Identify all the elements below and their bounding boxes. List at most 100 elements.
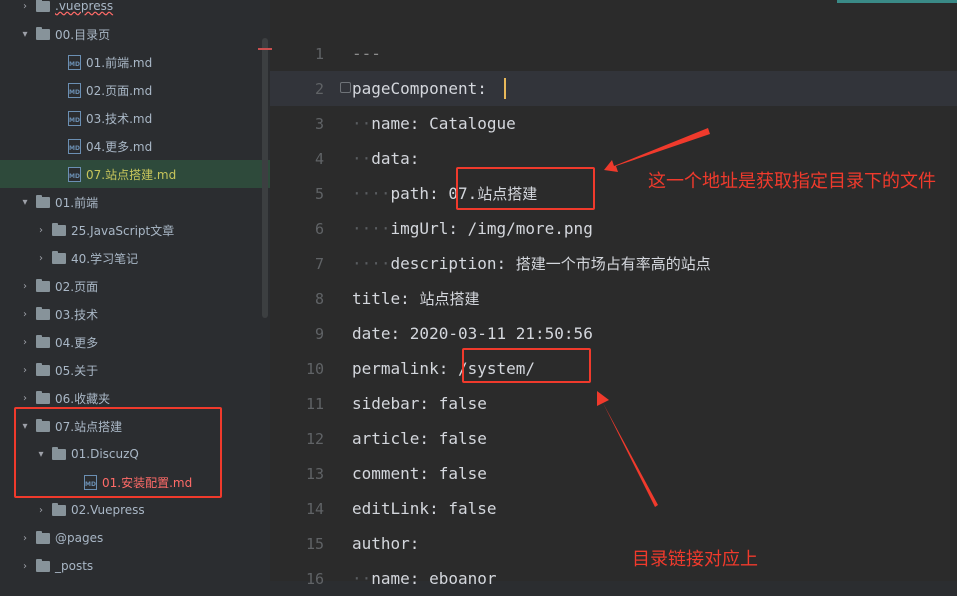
code-line[interactable]: comment: false <box>352 456 487 491</box>
chevron-right-icon[interactable]: › <box>18 559 32 573</box>
folder-icon <box>52 502 66 516</box>
chevron-right-icon[interactable]: › <box>18 335 32 349</box>
tree-folder-item[interactable]: › 02.页面 <box>0 272 270 300</box>
whitespace-marker: ·· <box>352 149 372 168</box>
code-line[interactable]: title: 站点搭建 <box>352 281 479 316</box>
folder-icon <box>36 334 50 348</box>
line-number: 14 <box>305 499 324 518</box>
tree-highlight-box <box>14 407 222 498</box>
chevron-right-icon[interactable]: › <box>18 391 32 405</box>
tree-file-item[interactable]: MD 01.前端.md <box>0 48 270 76</box>
folder-icon <box>36 390 50 404</box>
chevron-right-icon[interactable]: › <box>18 279 32 293</box>
chevron-right-icon[interactable]: › <box>18 307 32 321</box>
tree-item-label: 02.页面.md <box>86 83 153 98</box>
code-token: data: <box>371 149 420 168</box>
tree-folder-item[interactable]: › 04.更多 <box>0 328 270 356</box>
tree-scrollbar[interactable] <box>262 38 268 318</box>
tree-folder-item[interactable]: ▾ 00.目录页 <box>0 20 270 48</box>
folder-icon <box>36 194 50 208</box>
tree-file-item[interactable]: MD 03.技术.md <box>0 104 270 132</box>
line-number: 7 <box>314 254 324 273</box>
code-token: 站点搭建 <box>419 290 480 308</box>
tree-item-label: 04.更多.md <box>86 139 153 154</box>
line-number: 10 <box>305 359 324 378</box>
tree-folder-item[interactable]: › @pages <box>0 524 270 552</box>
tree-folder-item[interactable]: › 40.学习笔记 <box>0 244 270 272</box>
tree-item-label: .vuepress <box>55 0 114 13</box>
line-number: 1 <box>314 44 324 63</box>
tree-folder-item[interactable]: › 05.关于 <box>0 356 270 384</box>
tree-file-item[interactable]: MD 04.更多.md <box>0 132 270 160</box>
code-line[interactable]: ·· data: <box>352 141 419 176</box>
whitespace-marker: ···· <box>352 184 391 203</box>
folder-icon <box>36 278 50 292</box>
folder-icon <box>36 362 50 376</box>
code-line[interactable]: date: 2020-03-11 21:50:56 <box>352 316 593 351</box>
folder-icon <box>36 26 50 40</box>
line-number: 4 <box>314 149 324 168</box>
tree-folder-item[interactable]: › 02.Vuepress <box>0 496 270 524</box>
tree-folder-item[interactable]: › 25.JavaScript文章 <box>0 216 270 244</box>
code-line[interactable]: author: <box>352 526 419 561</box>
chevron-right-icon[interactable]: › <box>34 223 48 237</box>
tree-folder-item[interactable]: › .vuepress <box>0 0 270 20</box>
folder-icon <box>36 530 50 544</box>
chevron-right-icon[interactable]: › <box>18 531 32 545</box>
code-token: title: <box>352 289 420 308</box>
fold-toggle-icon[interactable] <box>340 82 351 93</box>
code-line[interactable]: pageComponent: <box>352 71 487 106</box>
code-token: description: <box>390 254 516 273</box>
code-editor[interactable]: 1 --- 2 pageComponent: 3 ·· name: Catalogue 4 ··… <box>258 0 957 588</box>
chevron-right-icon[interactable]: › <box>34 503 48 517</box>
chevron-down-icon[interactable]: ▾ <box>18 195 32 209</box>
folder-icon <box>52 222 66 236</box>
chevron-right-icon[interactable]: › <box>34 251 48 265</box>
folder-icon <box>52 250 66 264</box>
code-token: author: <box>352 534 420 553</box>
tree-item-label: 06.收藏夹 <box>55 391 111 406</box>
folder-icon <box>36 0 50 12</box>
code-token: --- <box>352 44 381 63</box>
line-number: 3 <box>314 114 324 133</box>
tree-item-label: 03.技术 <box>55 307 99 322</box>
tree-file-item[interactable]: MD 07.站点搭建.md <box>0 160 270 188</box>
line-number: 11 <box>305 394 324 413</box>
code-token: name: eboanor <box>371 569 497 588</box>
code-line[interactable]: article: false <box>352 421 487 456</box>
tree-folder-item[interactable]: ▾ 01.前端 <box>0 188 270 216</box>
line-number: 15 <box>305 534 324 553</box>
code-line[interactable]: ·· name: Catalogue <box>352 106 516 141</box>
tree-item-label: 05.关于 <box>55 363 99 378</box>
tree-folder-item[interactable]: › _posts <box>0 552 270 580</box>
tree-item-label: 40.学习笔记 <box>71 251 139 266</box>
path-highlight-box <box>456 167 595 210</box>
tree-item-label: 07.站点搭建.md <box>86 167 177 182</box>
chevron-right-icon[interactable]: › <box>18 363 32 377</box>
line-number: 13 <box>305 464 324 483</box>
code-token: name: Catalogue <box>371 114 516 133</box>
code-token: 搭建一个市场占有率高的站点 <box>515 255 711 273</box>
chevron-right-icon[interactable]: › <box>18 0 32 13</box>
code-line[interactable]: ···· description: 搭建一个市场占有率高的站点 <box>352 246 711 281</box>
tree-file-item[interactable]: MD 02.页面.md <box>0 76 270 104</box>
line-number: 6 <box>314 219 324 238</box>
markdown-file-icon: MD <box>68 82 81 98</box>
code-line[interactable]: ·· name: eboanor <box>352 561 497 596</box>
tree-item-label: 00.目录页 <box>55 27 111 42</box>
code-token: comment: false <box>352 464 487 483</box>
code-line[interactable]: --- <box>352 36 381 71</box>
code-token: sidebar: false <box>352 394 487 413</box>
code-line[interactable]: sidebar: false <box>352 386 487 421</box>
whitespace-marker: ·· <box>352 569 372 588</box>
line-number: 9 <box>314 324 324 343</box>
tree-item-label: 04.更多 <box>55 335 99 350</box>
code-token: date: 2020-03-11 21:50:56 <box>352 324 593 343</box>
chevron-down-icon[interactable]: ▾ <box>18 27 32 41</box>
folder-icon <box>36 558 50 572</box>
code-line[interactable]: ···· imgUrl: /img/more.png <box>352 211 593 246</box>
code-line[interactable]: editLink: false <box>352 491 497 526</box>
tree-item-label: @pages <box>55 531 104 545</box>
tree-folder-item[interactable]: › 03.技术 <box>0 300 270 328</box>
code-token: pageComponent: <box>352 79 487 98</box>
